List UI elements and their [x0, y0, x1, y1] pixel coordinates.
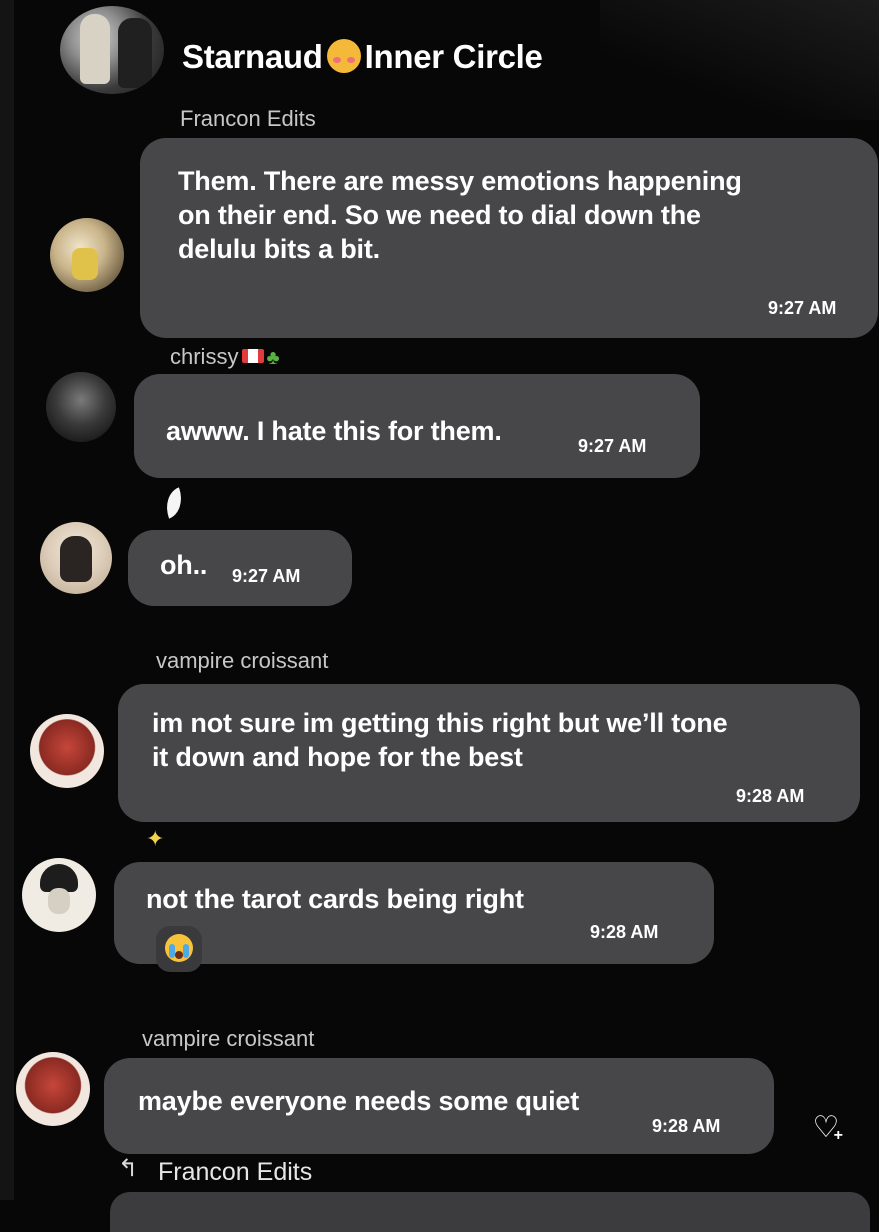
heart-add-icon[interactable]: ♡ +	[806, 1108, 846, 1148]
screen-glare	[600, 0, 879, 120]
smiling-face-with-hearts-icon	[326, 39, 361, 73]
avatar[interactable]	[46, 372, 116, 442]
message-text: oh..	[160, 550, 208, 580]
window-edge	[0, 0, 14, 1200]
message-time: 9:27 AM	[768, 298, 837, 318]
message-time: 9:27 AM	[578, 436, 647, 456]
reply-arrow-icon: ↰	[118, 1155, 139, 1182]
message-time: 9:28 AM	[736, 786, 805, 806]
message-text: awww. I hate this for them.	[166, 416, 502, 446]
message-text: not the tarot cards being right	[146, 884, 524, 914]
message-sender[interactable]: chrissy ♣	[170, 344, 280, 370]
reaction-chip[interactable]	[156, 926, 202, 972]
reply-preview-name[interactable]: Francon Edits	[158, 1158, 312, 1187]
leaf-icon	[160, 487, 188, 519]
chat-title-part1: Starnaud	[182, 38, 323, 75]
avatar[interactable]	[30, 714, 104, 788]
sender-name: chrissy	[170, 344, 239, 369]
canada-flag-icon	[242, 349, 265, 363]
message-sender[interactable]: Francon Edits	[180, 106, 316, 132]
palm-tree-icon: ♣	[266, 347, 280, 369]
avatar[interactable]	[22, 858, 96, 932]
sparkles-icon: ✦	[146, 826, 165, 851]
message-text: im not sure im getting this right but we…	[152, 708, 728, 772]
group-avatar[interactable]	[60, 6, 164, 94]
message-time: 9:28 AM	[590, 922, 659, 942]
message-sender[interactable]: vampire croissant	[142, 1026, 314, 1052]
partial-message-bubble[interactable]	[110, 1192, 870, 1232]
message-text: maybe everyone needs some quiet	[138, 1086, 579, 1116]
message-text: Them. There are messy emotions happening…	[178, 166, 742, 264]
chat-title[interactable]: Starnaud Inner Circle	[182, 38, 543, 76]
avatar[interactable]	[50, 218, 124, 292]
message-time: 9:27 AM	[232, 566, 301, 586]
message-time: 9:28 AM	[652, 1116, 721, 1136]
chat-title-part2: Inner Circle	[364, 38, 543, 75]
avatar[interactable]	[40, 522, 112, 594]
avatar[interactable]	[16, 1052, 90, 1126]
loudly-crying-face-icon	[165, 934, 193, 962]
message-sender[interactable]: vampire croissant	[156, 648, 328, 674]
